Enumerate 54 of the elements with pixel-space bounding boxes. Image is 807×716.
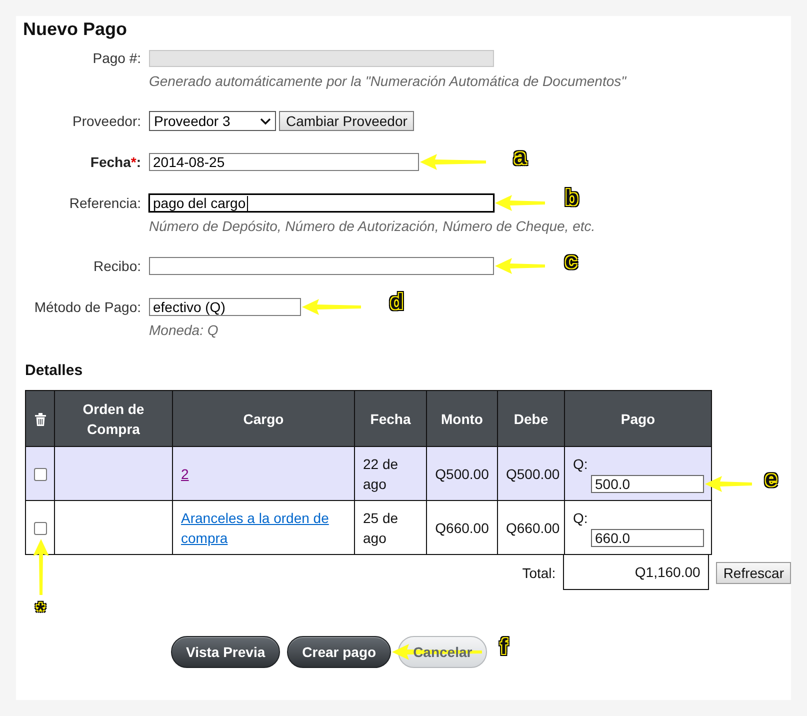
dropdown[interactable]: Proveedor 3 xyxy=(149,111,276,131)
field-hint: Generado automáticamente por la "Numeración Automática de Documentos" xyxy=(149,72,626,90)
field-hint: Moneda: Q xyxy=(149,321,218,339)
chevron-down-icon xyxy=(260,118,271,124)
annotation-label: a xyxy=(514,146,526,168)
field-label: Recibo: xyxy=(94,258,141,274)
text-field[interactable]: efectivo (Q) xyxy=(149,298,301,316)
annotation-arrow xyxy=(495,195,545,211)
column-header: Orden de Compra xyxy=(54,390,172,446)
column-header: Cargo xyxy=(172,390,354,446)
column-header: Monto xyxy=(426,390,498,446)
refresh-button[interactable]: Refrescar xyxy=(716,562,791,584)
field-label: Proveedor: xyxy=(72,113,141,129)
currency-label: Q: xyxy=(573,508,588,528)
charge-link[interactable]: 2 xyxy=(181,464,189,484)
annotation-label: b xyxy=(565,187,578,209)
column-header: Pago xyxy=(564,390,712,446)
column-header: Fecha xyxy=(354,390,426,446)
checkbox[interactable] xyxy=(34,522,47,536)
action-button[interactable]: Crear pago xyxy=(287,636,392,668)
table-cell: 25 de ago xyxy=(354,500,426,554)
column-header: Debe xyxy=(498,390,564,446)
annotation-label: d xyxy=(390,291,404,313)
payment-field[interactable]: 500.0 xyxy=(591,474,704,492)
field-label: Fecha*: xyxy=(90,154,141,170)
annotation-label: f xyxy=(500,636,508,658)
field-label: Método de Pago: xyxy=(34,299,141,315)
date-field[interactable]: 2014-08-25 xyxy=(149,153,419,171)
total-cell: Q1,160.00 xyxy=(562,555,710,590)
annotation-arrow xyxy=(495,258,545,274)
annotation-label: * xyxy=(36,600,45,622)
section-title: Detalles xyxy=(25,362,83,380)
annotation-arrow xyxy=(302,299,361,315)
annotation-arrow xyxy=(705,476,752,492)
field-hint: Número de Depósito, Número de Autorización, Número de Cheque, etc. xyxy=(149,217,596,235)
action-button[interactable]: Vista Previa xyxy=(171,636,280,668)
currency-label: Q: xyxy=(573,454,588,474)
page-title: Nuevo Pago xyxy=(23,18,128,40)
text-field[interactable] xyxy=(149,257,494,275)
trash-icon[interactable] xyxy=(34,413,46,426)
checkbox[interactable] xyxy=(34,468,47,482)
change-supplier-button[interactable]: Cambiar Proveedor xyxy=(279,111,414,131)
payment-field[interactable]: 660.0 xyxy=(591,528,704,546)
field-label: Referencia: xyxy=(69,195,141,211)
table-cell: Q660.00 xyxy=(498,500,564,554)
annotation-arrow xyxy=(32,539,48,596)
text-cursor-icon xyxy=(246,196,248,210)
total-label: Total: xyxy=(522,565,556,581)
table-cell: Q660.00 xyxy=(426,500,498,554)
annotation-label: c xyxy=(565,250,578,272)
annotation-label: e xyxy=(765,468,778,490)
text-field[interactable]: pago del cargo xyxy=(149,194,494,212)
annotation-arrow xyxy=(420,154,486,170)
field-label: Pago #: xyxy=(92,50,141,66)
